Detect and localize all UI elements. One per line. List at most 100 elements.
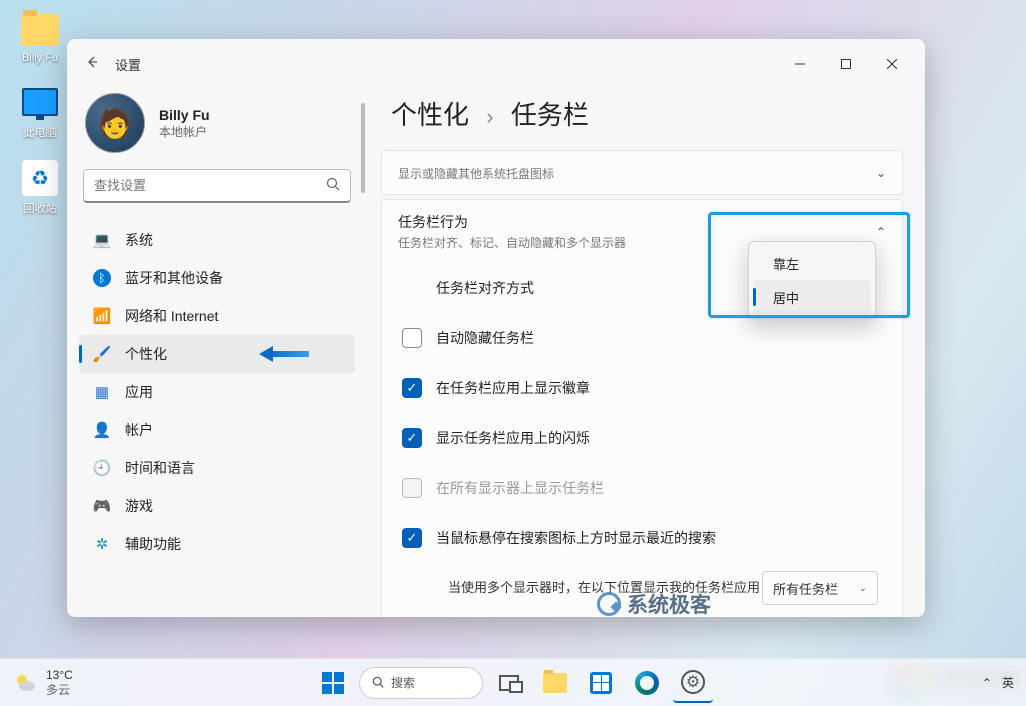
- nav-apps[interactable]: ▦ 应用: [79, 373, 355, 411]
- nav-label: 蓝牙和其他设备: [125, 268, 223, 288]
- taskbar: 13°C 多云 搜索 ⌃ 英: [0, 658, 1026, 706]
- row-label: 在所有显示器上显示任务栏: [436, 478, 882, 498]
- taskbar-center: 搜索: [313, 663, 713, 703]
- taskbar-tray[interactable]: ⌃ 英: [982, 674, 1014, 691]
- nav-label: 网络和 Internet: [125, 306, 218, 326]
- nav-network-icon: 📶: [89, 307, 115, 325]
- nav-network[interactable]: 📶 网络和 Internet: [79, 297, 355, 335]
- nav-accounts[interactable]: 👤 帐户: [79, 411, 355, 449]
- chevron-up-icon: ⌃: [876, 225, 886, 239]
- row-label: 在任务栏应用上显示徽章: [436, 378, 882, 398]
- nav-label: 帐户: [125, 420, 153, 440]
- settings-window: 设置 🧑 Billy Fu 本地帐户: [67, 39, 925, 617]
- alignment-dropdown[interactable]: 靠左 居中: [748, 241, 876, 319]
- right-panel: 个性化 › 任务栏 显示或隐藏其他系统托盘图标 ⌄ 任务栏: [367, 89, 925, 617]
- scrollbar[interactable]: [361, 89, 365, 617]
- search-input[interactable]: [83, 169, 351, 203]
- folder-icon: [543, 673, 567, 693]
- weather-desc: 多云: [46, 683, 73, 697]
- start-button[interactable]: [313, 663, 353, 703]
- nav-personalization[interactable]: 🖌️ 个性化: [79, 335, 355, 373]
- nav-list: 💻系统 ᛒ 蓝牙和其他设备 📶 网络和 Internet 🖌️ 个性化 ▦ 应用 👤 帐户 🕘 时间和语…: [79, 221, 355, 563]
- minimize-button[interactable]: [777, 49, 823, 79]
- search-box[interactable]: [83, 169, 351, 203]
- alignment-option-left[interactable]: 靠左: [753, 246, 871, 280]
- maximize-button[interactable]: [823, 49, 869, 79]
- nav-system[interactable]: 💻系统: [79, 221, 355, 259]
- avatar: 🧑: [85, 93, 145, 153]
- nav-gaming[interactable]: 🎮 游戏: [79, 487, 355, 525]
- nav-bluetooth[interactable]: ᛒ 蓝牙和其他设备: [79, 259, 355, 297]
- content: 显示或隐藏其他系统托盘图标 ⌄ 任务栏行为 任务栏对齐、标记、自动隐藏和多个显示…: [367, 150, 925, 617]
- row-label: 自动隐藏任务栏: [436, 328, 882, 348]
- close-button[interactable]: [869, 49, 915, 79]
- checkbox[interactable]: ✓: [402, 428, 422, 448]
- store-button[interactable]: [581, 663, 621, 703]
- opt-all-displays: 在所有显示器上显示任务栏: [390, 463, 894, 513]
- chevron-right-icon: ›: [486, 104, 493, 129]
- nav-apps-icon: ▦: [89, 383, 115, 401]
- multi-display-select[interactable]: 所有任务栏 ⌄: [762, 571, 878, 605]
- nav-accessibility-icon: ✲: [89, 535, 115, 553]
- row-label: 显示任务栏应用上的闪烁: [436, 428, 882, 448]
- left-panel: 🧑 Billy Fu 本地帐户 💻系统 ᛒ 蓝牙和其他设备 📶 网络和 Internet…: [67, 89, 367, 617]
- nav-time-language-icon: 🕘: [89, 459, 115, 477]
- nav-label: 游戏: [125, 496, 153, 516]
- breadcrumb-current: 任务栏: [511, 100, 589, 130]
- weather-icon: [12, 670, 38, 696]
- opt-recent-search[interactable]: ✓当鼠标悬停在搜索图标上方时显示最近的搜索: [390, 513, 894, 563]
- sysgeek-logo-icon: [597, 592, 621, 616]
- tray-chevron-icon[interactable]: ⌃: [982, 676, 992, 690]
- search-icon: [326, 177, 341, 195]
- nav-personalization-icon: 🖌️: [89, 345, 115, 363]
- tray-ime[interactable]: 英: [1002, 674, 1014, 691]
- opt-auto-hide[interactable]: 自动隐藏任务栏: [390, 313, 894, 363]
- checkbox[interactable]: ✓: [402, 528, 422, 548]
- behavior-section: 任务栏行为 任务栏对齐、标记、自动隐藏和多个显示器 ⌃ 任务栏对齐方式 靠左: [381, 199, 903, 617]
- back-button[interactable]: [77, 54, 107, 75]
- nav-accessibility[interactable]: ✲ 辅助功能: [79, 525, 355, 563]
- opt-flashing[interactable]: ✓ 显示任务栏应用上的闪烁: [390, 413, 894, 463]
- tray-section: 显示或隐藏其他系统托盘图标 ⌄: [381, 150, 903, 195]
- nav-label: 辅助功能: [125, 534, 181, 554]
- edge-button[interactable]: [627, 663, 667, 703]
- desktop-recycle-bin[interactable]: 回收站: [15, 158, 65, 216]
- chevron-down-icon: ⌄: [859, 583, 867, 594]
- profile[interactable]: 🧑 Billy Fu 本地帐户: [79, 89, 355, 169]
- store-icon: [590, 672, 612, 694]
- window-title: 设置: [115, 55, 141, 74]
- checkbox[interactable]: ✓: [402, 378, 422, 398]
- breadcrumb: 个性化 › 任务栏: [367, 89, 925, 150]
- titlebar: 设置: [67, 39, 925, 89]
- nav-time-language[interactable]: 🕘 时间和语言: [79, 449, 355, 487]
- behavior-body: 任务栏对齐方式 靠左 居中 自动隐藏任务栏✓在任务栏应用上显示徽章✓显示任务栏: [382, 263, 902, 617]
- desktop-label: 此电脑: [15, 124, 65, 140]
- nav-label: 时间和语言: [125, 458, 195, 478]
- desktop-this-pc[interactable]: 此电脑: [15, 82, 65, 140]
- checkbox[interactable]: [402, 328, 422, 348]
- folder-icon: [21, 14, 59, 46]
- chevron-down-icon: ⌄: [876, 166, 886, 180]
- taskbar-weather[interactable]: 13°C 多云: [12, 668, 73, 697]
- nav-gaming-icon: 🎮: [89, 497, 115, 515]
- task-view-button[interactable]: [489, 663, 529, 703]
- nav-label: 应用: [125, 382, 153, 402]
- recycle-icon: [22, 160, 58, 196]
- search-icon: [372, 676, 385, 689]
- nav-accounts-icon: 👤: [89, 421, 115, 439]
- settings-taskbar-button[interactable]: [673, 663, 713, 703]
- weather-temp: 13°C: [46, 668, 73, 682]
- tray-section-head[interactable]: 显示或隐藏其他系统托盘图标 ⌄: [382, 151, 902, 194]
- nav-bluetooth-icon: ᛒ: [93, 269, 111, 287]
- nav-label: 个性化: [125, 344, 167, 364]
- taskbar-search[interactable]: 搜索: [359, 667, 483, 699]
- breadcrumb-parent[interactable]: 个性化: [391, 100, 469, 130]
- row-alignment: 任务栏对齐方式 靠左 居中: [390, 263, 894, 313]
- profile-name: Billy Fu: [159, 107, 210, 123]
- nav-system-icon: 💻: [89, 231, 115, 249]
- desktop-user-folder[interactable]: Billy Fu: [15, 10, 65, 64]
- alignment-option-center[interactable]: 居中: [753, 280, 871, 314]
- explorer-button[interactable]: [535, 663, 575, 703]
- opt-badges[interactable]: ✓ 在任务栏应用上显示徽章: [390, 363, 894, 413]
- desktop-label: Billy Fu: [15, 52, 65, 64]
